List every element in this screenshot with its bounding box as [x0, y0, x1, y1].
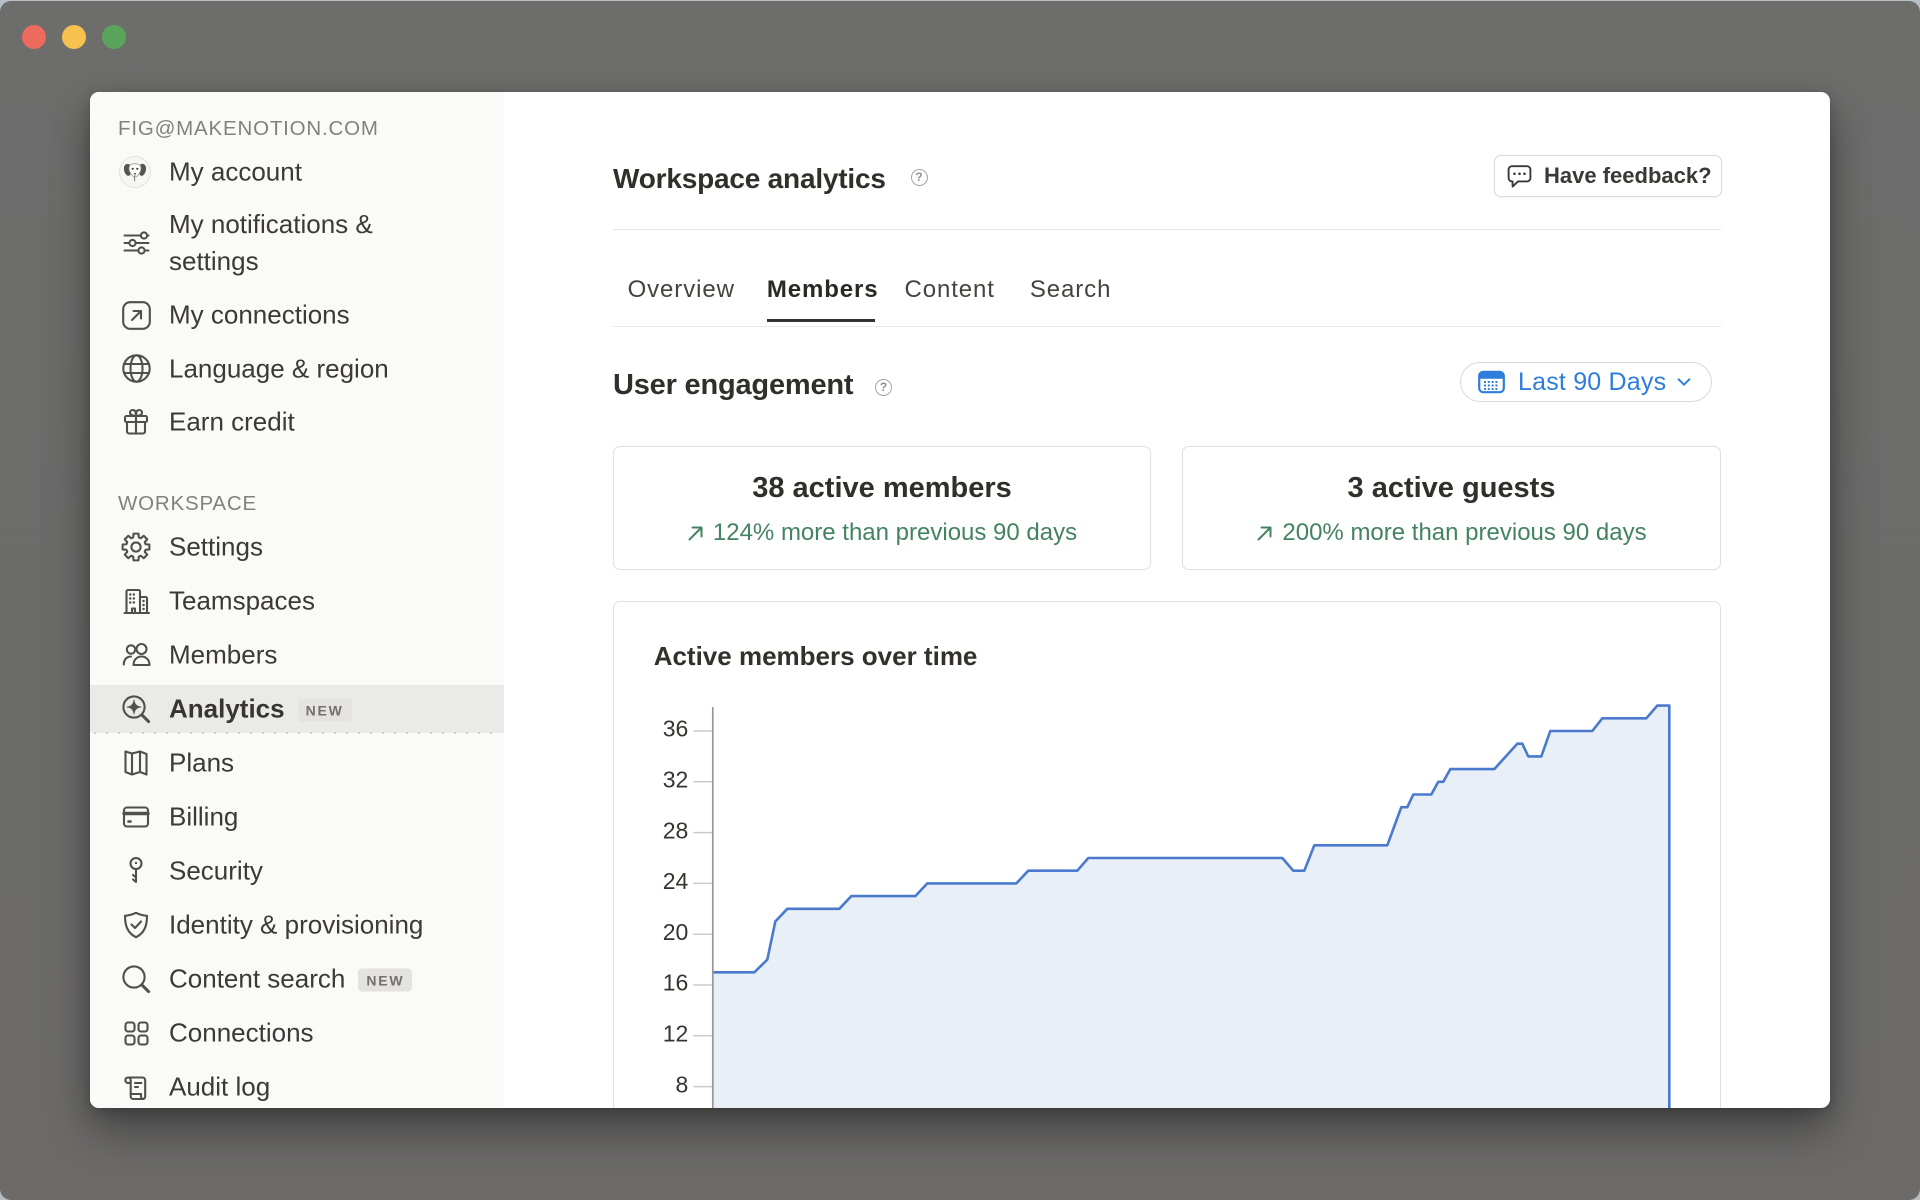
- svg-text:36: 36: [662, 716, 688, 742]
- svg-text:24: 24: [662, 868, 688, 894]
- svg-text:8: 8: [675, 1071, 688, 1097]
- svg-text:32: 32: [662, 767, 688, 793]
- svg-text:16: 16: [662, 970, 688, 996]
- svg-text:12: 12: [662, 1021, 688, 1047]
- svg-text:20: 20: [662, 919, 688, 945]
- svg-text:28: 28: [662, 817, 688, 843]
